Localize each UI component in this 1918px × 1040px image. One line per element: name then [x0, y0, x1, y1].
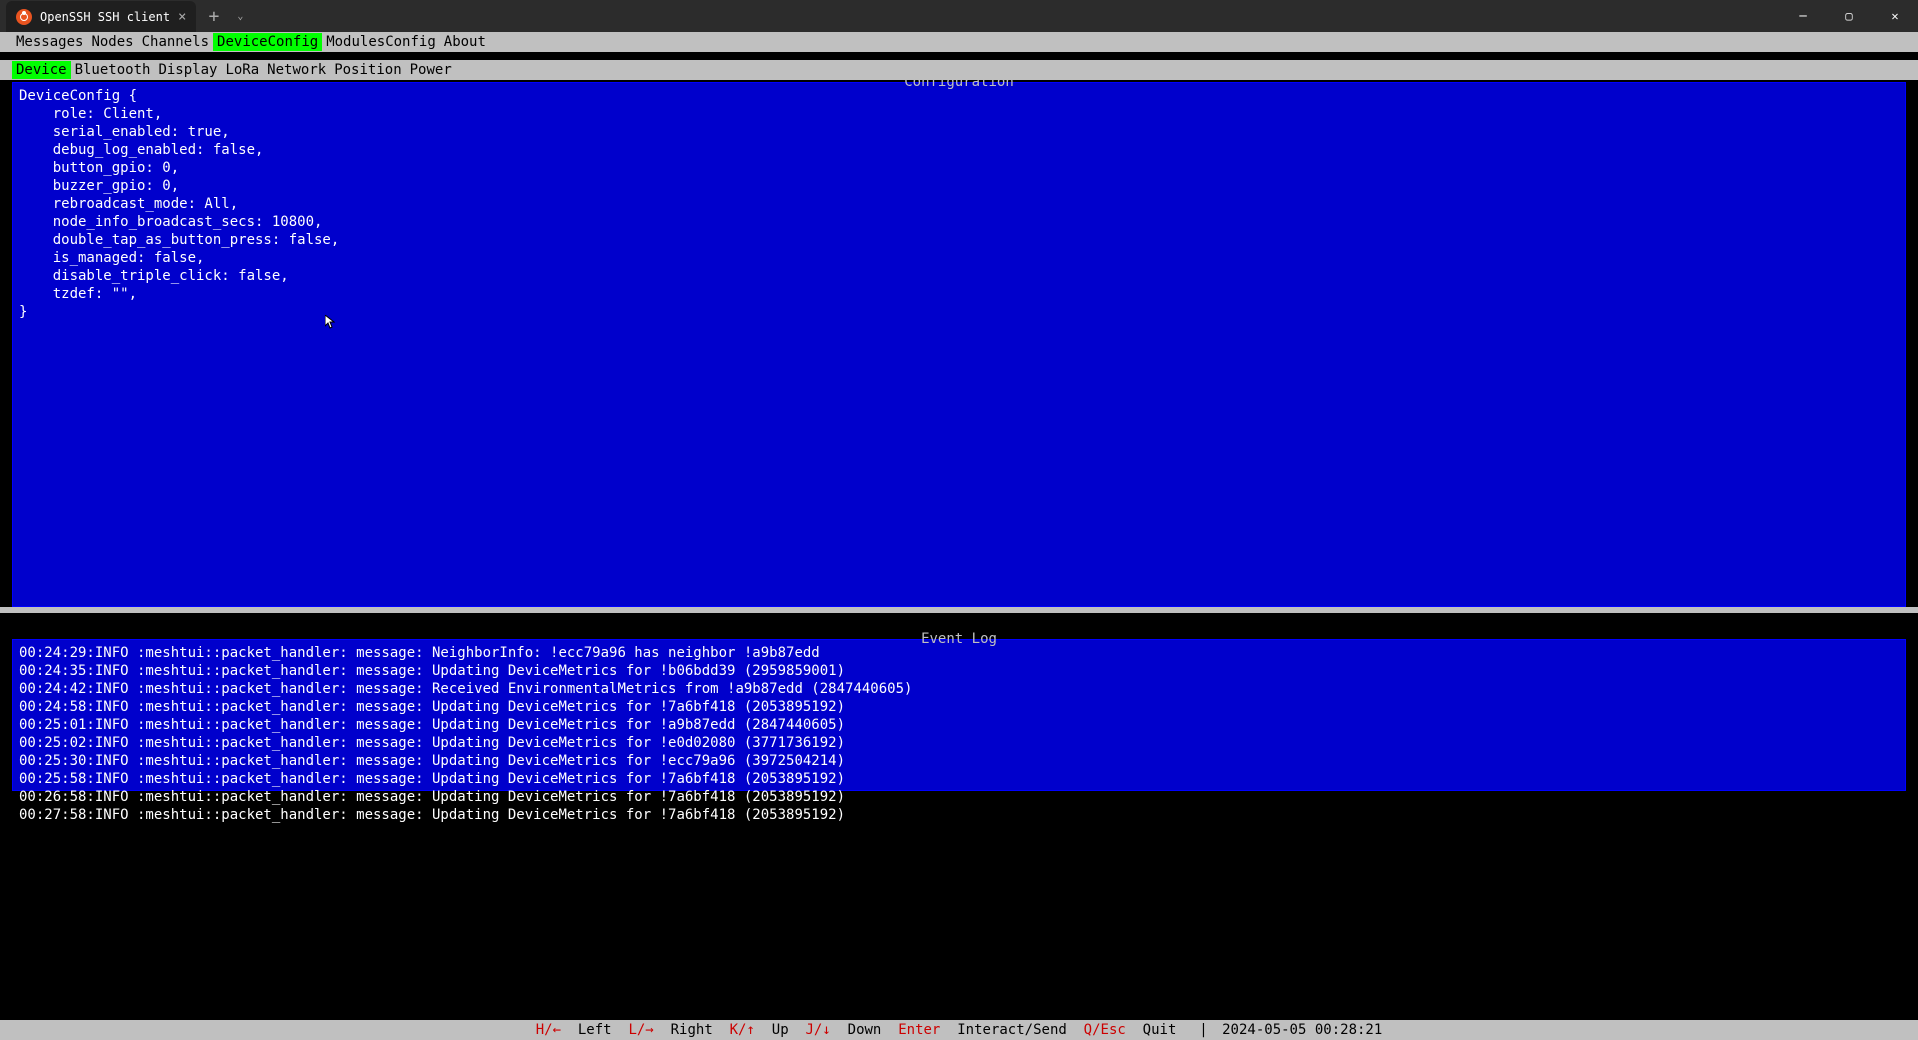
status-key: H/←: [536, 1022, 561, 1038]
status-label: Right: [654, 1022, 730, 1038]
minimize-button[interactable]: ─: [1780, 0, 1826, 32]
maximize-button[interactable]: ▢: [1826, 0, 1872, 32]
browser-tab[interactable]: OpenSSH SSH client ×: [6, 1, 196, 33]
menu-messages[interactable]: Messages: [12, 33, 87, 51]
titlebar: OpenSSH SSH client × + ⌄ ─ ▢ ✕: [0, 0, 1918, 32]
close-button[interactable]: ✕: [1872, 0, 1918, 32]
status-label: Up: [755, 1022, 806, 1038]
menu-deviceconfig[interactable]: DeviceConfig: [213, 33, 322, 51]
submenu-lora[interactable]: LoRa: [221, 61, 263, 79]
submenu-device[interactable]: Device: [12, 61, 71, 79]
submenu-display[interactable]: Display: [154, 61, 221, 79]
tab-title: OpenSSH SSH client: [40, 10, 170, 24]
menu-channels[interactable]: Channels: [138, 33, 213, 51]
config-content: DeviceConfig { role: Client, serial_enab…: [13, 83, 1905, 325]
status-label: Down: [831, 1022, 898, 1038]
tab-dropdown-icon[interactable]: ⌄: [231, 11, 249, 22]
configuration-panel: Configuration DeviceConfig { role: Clien…: [12, 82, 1906, 607]
status-label: Left: [561, 1022, 628, 1038]
mouse-cursor-icon: [325, 315, 335, 329]
ubuntu-icon: [16, 9, 32, 25]
submenu-network[interactable]: Network: [263, 61, 330, 79]
menu-nodes[interactable]: Nodes: [87, 33, 137, 51]
status-key: K/↑: [730, 1022, 755, 1038]
terminal-area: Messages Nodes Channels DeviceConfig Mod…: [0, 32, 1918, 1040]
submenu-power[interactable]: Power: [406, 61, 456, 79]
status-label: Interact/Send: [940, 1022, 1083, 1038]
submenu-position[interactable]: Position: [330, 61, 405, 79]
status-bar: H/← Left L/→ Right K/↑ Up J/↓ Down Enter…: [0, 1020, 1918, 1040]
status-key: Enter: [898, 1022, 940, 1038]
status-key: Q/Esc: [1084, 1022, 1126, 1038]
submenu-bluetooth[interactable]: Bluetooth: [71, 61, 155, 79]
close-tab-icon[interactable]: ×: [178, 9, 186, 25]
status-separator: |: [1193, 1022, 1213, 1038]
event-panel-title: Event Log: [919, 631, 999, 647]
top-menu: Messages Nodes Channels DeviceConfig Mod…: [0, 32, 1918, 52]
event-log-content: 00:24:29:INFO :meshtui::packet_handler: …: [13, 640, 1905, 828]
status-timestamp: 2024-05-05 00:28:21: [1214, 1022, 1383, 1038]
status-label: Quit: [1126, 1022, 1193, 1038]
new-tab-button[interactable]: +: [196, 6, 231, 27]
event-log-panel: Event Log 00:24:29:INFO :meshtui::packet…: [12, 639, 1906, 791]
config-panel-title: Configuration: [902, 74, 1016, 90]
menu-about[interactable]: About: [440, 33, 490, 51]
window-controls: ─ ▢ ✕: [1780, 0, 1918, 32]
status-key: L/→: [628, 1022, 653, 1038]
menu-modulesconfig[interactable]: ModulesConfig: [322, 33, 440, 51]
panel-gap: [0, 607, 1918, 613]
status-key: J/↓: [805, 1022, 830, 1038]
